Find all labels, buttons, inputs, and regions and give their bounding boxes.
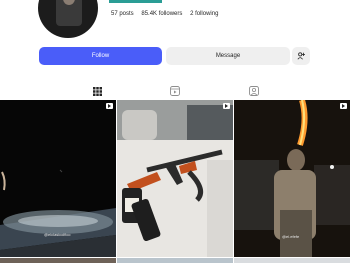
followers-count[interactable]: 85.4K followers <box>141 11 182 17</box>
grid-icon <box>92 86 102 96</box>
reel-badge-icon <box>223 103 230 109</box>
add-person-icon <box>297 52 305 60</box>
post-3-caption: @el.efefe <box>282 234 300 239</box>
posts-count: 57 posts <box>111 11 134 17</box>
grid-post-5[interactable] <box>117 258 233 263</box>
post-1-caption: @elclasicolfico <box>44 232 71 237</box>
grid-post-3[interactable]: @el.efefe <box>234 100 350 257</box>
grid-post-6[interactable] <box>234 258 350 263</box>
reel-badge-icon <box>106 103 113 109</box>
tagged-icon <box>249 86 259 96</box>
following-count[interactable]: 2 following <box>190 11 218 17</box>
follow-button[interactable]: Follow <box>39 47 162 65</box>
message-button[interactable]: Message <box>166 47 290 65</box>
edit-highlight-bar <box>109 0 162 3</box>
grid-post-1[interactable]: @elclasicolfico <box>0 100 116 257</box>
tab-posts[interactable] <box>91 85 103 97</box>
tab-tagged[interactable] <box>248 85 260 97</box>
suggest-accounts-button[interactable] <box>292 47 310 65</box>
reels-icon <box>170 86 180 96</box>
profile-stats: 57 posts 85.4K followers 2 following <box>111 11 224 17</box>
grid-post-4[interactable] <box>0 258 116 263</box>
post-2-image <box>117 100 233 257</box>
profile-avatar[interactable] <box>38 0 98 38</box>
reel-badge-icon <box>340 103 347 109</box>
tab-reels[interactable] <box>169 85 181 97</box>
grid-post-2[interactable] <box>117 100 233 257</box>
